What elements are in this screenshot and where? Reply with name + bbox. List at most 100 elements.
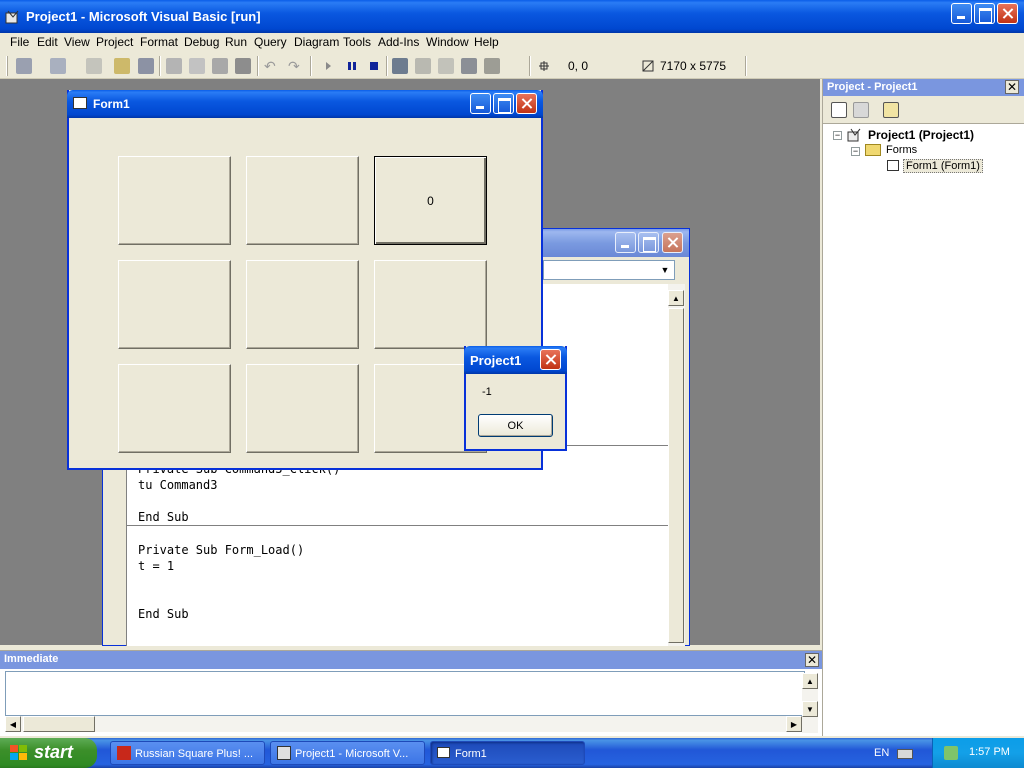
menu-help[interactable]: Help	[474, 35, 499, 49]
scroll-right-button[interactable]: ▶	[786, 716, 802, 732]
command-button-4[interactable]	[118, 260, 231, 349]
menu-window[interactable]: Window	[426, 35, 469, 49]
toolbar-separator	[745, 56, 747, 76]
command-button-8[interactable]	[246, 364, 359, 453]
close-icon[interactable]: ✕	[805, 653, 819, 667]
tree-item-project[interactable]: Project1 (Project1)	[868, 128, 974, 142]
project-explorer-title-bar[interactable]: Project - Project1 ✕	[823, 79, 1024, 96]
menu-view[interactable]: View	[64, 35, 90, 49]
immediate-title-bar[interactable]: Immediate ✕	[0, 651, 822, 669]
tree-collapse-icon[interactable]: −	[851, 147, 860, 156]
redo-icon[interactable]: ↷	[288, 58, 304, 74]
form-layout-icon[interactable]	[438, 58, 454, 74]
message-box[interactable]: Project1 -1 OK	[464, 346, 567, 451]
ok-button[interactable]: OK	[478, 414, 553, 437]
windows-logo-icon	[9, 744, 29, 762]
menu-query[interactable]: Query	[254, 35, 287, 49]
view-object-icon[interactable]	[853, 102, 869, 118]
close-icon[interactable]: ✕	[1005, 80, 1019, 94]
code-minimize-button[interactable]	[615, 232, 636, 253]
menu-diagram[interactable]: Diagram	[294, 35, 339, 49]
menu-run[interactable]: Run	[225, 35, 247, 49]
procedure-dropdown[interactable]: ▼	[543, 260, 675, 280]
immediate-vertical-scrollbar[interactable]: ▲ ▼	[802, 673, 818, 733]
main-maximize-button[interactable]	[974, 3, 995, 24]
view-code-icon[interactable]	[831, 102, 847, 118]
end-icon[interactable]	[366, 58, 382, 74]
menu-tools[interactable]: Tools	[343, 35, 371, 49]
main-minimize-button[interactable]	[951, 3, 972, 24]
taskbar-item-form1[interactable]: Form1	[430, 741, 585, 765]
code-vertical-scrollbar[interactable]: ▲	[668, 284, 685, 646]
clock: 1:57 PM	[969, 746, 1010, 758]
scroll-up-button[interactable]: ▲	[802, 673, 818, 689]
form1-close-button[interactable]	[516, 93, 537, 114]
form1-maximize-button[interactable]	[493, 93, 514, 114]
message-box-title: Project1	[470, 353, 522, 368]
form1-title: Form1	[93, 97, 130, 111]
main-close-button[interactable]	[997, 3, 1018, 24]
properties-window-icon[interactable]	[415, 58, 431, 74]
immediate-text-area[interactable]	[5, 671, 805, 716]
taskbar-item-vb[interactable]: Project1 - Microsoft V...	[270, 741, 425, 765]
app-icon	[117, 746, 131, 760]
menu-debug[interactable]: Debug	[184, 35, 219, 49]
project-tree: − Project1 (Project1) − Forms Form1 (For…	[823, 124, 1024, 724]
language-indicator[interactable]: EN	[874, 747, 889, 759]
add-form-icon[interactable]	[50, 58, 66, 74]
command-button-7[interactable]	[118, 364, 231, 453]
project-explorer[interactable]: Project - Project1 ✕ − Project1 (Project…	[822, 79, 1024, 736]
start-button[interactable]: start	[0, 738, 97, 768]
immediate-horizontal-scrollbar[interactable]: ◀ ▶	[5, 716, 802, 732]
menu-file[interactable]: File	[10, 35, 29, 49]
toolbox-icon[interactable]	[484, 58, 500, 74]
project-explorer-icon[interactable]	[392, 58, 408, 74]
break-icon[interactable]	[344, 58, 360, 74]
add-project-icon[interactable]	[16, 58, 32, 74]
command-button-3[interactable]: 0	[374, 156, 487, 245]
form1-minimize-button[interactable]	[470, 93, 491, 114]
scroll-up-button[interactable]: ▲	[668, 290, 684, 306]
menu-addins[interactable]: Add-Ins	[378, 35, 419, 49]
folder-icon	[865, 144, 881, 156]
message-box-close-button[interactable]	[540, 349, 561, 370]
tree-collapse-icon[interactable]: −	[833, 131, 842, 140]
chevron-down-icon[interactable]: ▼	[658, 263, 672, 277]
menu-format[interactable]: Format	[140, 35, 178, 49]
command-button-2[interactable]	[246, 156, 359, 245]
save-project-icon[interactable]	[138, 58, 154, 74]
open-project-icon[interactable]	[114, 58, 130, 74]
find-icon[interactable]	[235, 58, 251, 74]
scroll-down-button[interactable]: ▼	[802, 701, 818, 717]
toggle-folders-icon[interactable]	[883, 102, 899, 118]
undo-icon[interactable]: ↶	[264, 58, 280, 74]
cut-icon[interactable]	[166, 58, 182, 74]
form-icon	[73, 97, 87, 109]
menu-edit[interactable]: Edit	[37, 35, 58, 49]
main-window-title: Project1 - Microsoft Visual Basic [run]	[26, 9, 261, 24]
immediate-title: Immediate	[4, 653, 59, 665]
form1-title-bar[interactable]: Form1	[67, 90, 543, 118]
scroll-thumb[interactable]	[23, 716, 95, 732]
message-box-title-bar[interactable]: Project1	[464, 346, 567, 374]
scroll-thumb[interactable]	[668, 308, 684, 643]
object-browser-icon[interactable]	[461, 58, 477, 74]
immediate-window[interactable]: Immediate ✕ ▲ ▼ ◀ ▶	[0, 650, 822, 736]
tree-item-forms[interactable]: Forms	[886, 144, 917, 156]
scroll-left-button[interactable]: ◀	[5, 716, 21, 732]
command-button-1[interactable]	[118, 156, 231, 245]
start-run-icon[interactable]	[320, 58, 336, 74]
code-maximize-button[interactable]	[638, 232, 659, 253]
network-icon[interactable]	[944, 746, 958, 760]
paste-icon[interactable]	[212, 58, 228, 74]
menu-editor-icon[interactable]	[86, 58, 102, 74]
command-button-5[interactable]	[246, 260, 359, 349]
tree-item-form1[interactable]: Form1 (Form1)	[903, 159, 983, 173]
menu-project[interactable]: Project	[96, 35, 133, 49]
keyboard-icon[interactable]	[897, 749, 913, 759]
copy-icon[interactable]	[189, 58, 205, 74]
code-close-button[interactable]	[662, 232, 683, 253]
command-button-6[interactable]	[374, 260, 487, 349]
taskbar-item-russian-square[interactable]: Russian Square Plus! ...	[110, 741, 265, 765]
main-title-bar[interactable]: Project1 - Microsoft Visual Basic [run]	[0, 0, 1024, 33]
